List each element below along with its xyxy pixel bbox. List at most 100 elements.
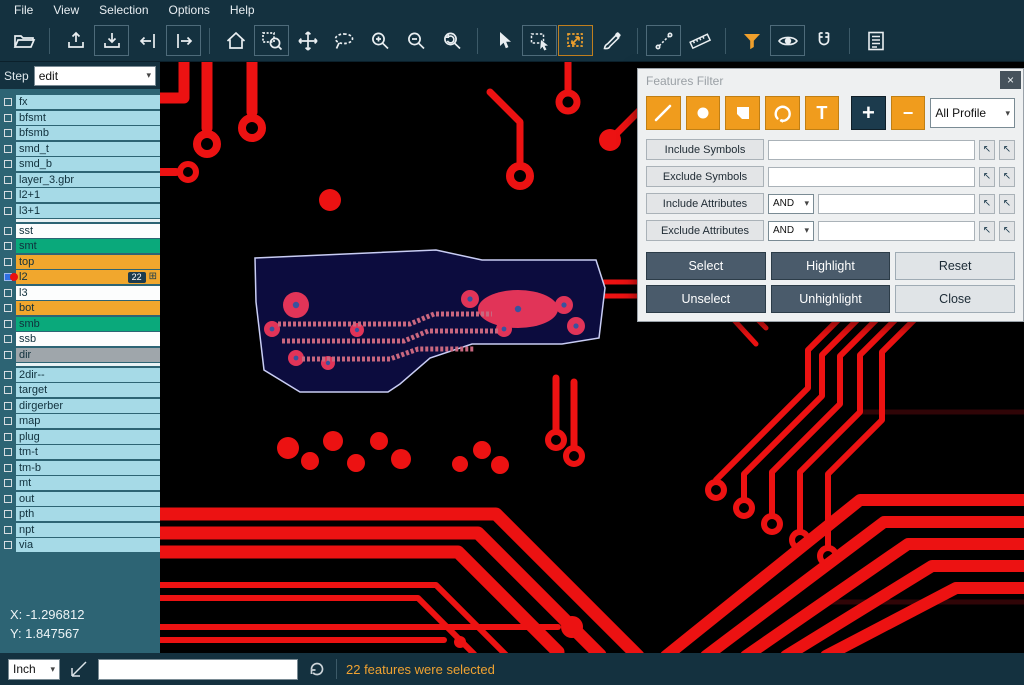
menu-item-file[interactable]: File <box>4 2 43 18</box>
layer-row-out[interactable]: out <box>0 492 160 506</box>
ruler-button[interactable] <box>682 25 717 56</box>
exclude-symbols-button[interactable]: Exclude Symbols <box>646 166 764 187</box>
pick-add-attribute-icon[interactable]: ↖ <box>999 221 1015 241</box>
include-attributes-input[interactable] <box>818 194 975 214</box>
highlight-view-button[interactable] <box>770 25 805 56</box>
layer-row-l2+1[interactable]: l2+1 <box>0 188 160 202</box>
exclude-symbols-input[interactable] <box>768 167 975 187</box>
angle-tool-icon[interactable] <box>69 659 89 679</box>
layer-name[interactable]: map <box>16 414 160 428</box>
layer-visibility-checkbox[interactable] <box>4 464 12 472</box>
layer-visibility-checkbox[interactable] <box>4 242 12 250</box>
menu-item-options[interactable]: Options <box>159 2 220 18</box>
brush-button[interactable] <box>594 25 629 56</box>
menu-item-help[interactable]: Help <box>220 2 265 18</box>
rect-select-button[interactable] <box>522 25 557 56</box>
layer-visibility-checkbox[interactable] <box>4 320 12 328</box>
lasso-select-button[interactable] <box>326 25 361 56</box>
exclude-attributes-input[interactable] <box>818 221 975 241</box>
layer-row-smd_b[interactable]: smd_b <box>0 157 160 171</box>
layer-visibility-checkbox[interactable] <box>4 417 12 425</box>
layer-visibility-checkbox[interactable] <box>4 289 12 297</box>
zoom-in-button[interactable] <box>362 25 397 56</box>
pad-feature-button[interactable] <box>686 96 721 130</box>
layer-name[interactable]: l2+1 <box>16 188 160 202</box>
layer-name[interactable]: ssb <box>16 332 160 346</box>
layer-name[interactable]: tm-t <box>16 445 160 459</box>
layer-name[interactable]: tm-b <box>16 461 160 475</box>
layer-visibility-checkbox[interactable] <box>4 114 12 122</box>
layer-row-ssb[interactable]: ssb <box>0 332 160 346</box>
layer-name[interactable]: bfsmb <box>16 126 160 140</box>
step-select[interactable]: edit ▾ <box>34 66 156 86</box>
layer-row-mt[interactable]: mt <box>0 476 160 490</box>
layer-row-smb[interactable]: smb <box>0 317 160 331</box>
pan-button[interactable] <box>290 25 325 56</box>
layer-row-map[interactable]: map <box>0 414 160 428</box>
arc-feature-button[interactable] <box>765 96 800 130</box>
layer-visibility-checkbox[interactable] <box>4 351 12 359</box>
layer-row-bot[interactable]: bot <box>0 301 160 315</box>
open-button[interactable] <box>6 25 41 56</box>
unhighlight-button[interactable]: Unhighlight <box>771 285 891 313</box>
layer-row-layer_3.gbr[interactable]: layer_3.gbr <box>0 173 160 187</box>
layer-row-fx[interactable]: fx <box>0 95 160 109</box>
layer-name[interactable]: layer_3.gbr <box>16 173 160 187</box>
prev-step-button[interactable] <box>130 25 165 56</box>
layer-name[interactable]: smt <box>16 239 160 253</box>
filter-select-button[interactable] <box>558 25 593 56</box>
next-step-button[interactable] <box>166 25 201 56</box>
pick-attribute-icon[interactable]: ↖ <box>979 221 995 241</box>
include-symbols-button[interactable]: Include Symbols <box>646 139 764 160</box>
pick-symbol-icon[interactable]: ↖ <box>979 167 995 187</box>
layer-row-bfsmb[interactable]: bfsmb <box>0 126 160 140</box>
home-view-button[interactable] <box>218 25 253 56</box>
unselect-button[interactable]: Unselect <box>646 285 766 313</box>
layer-row-tm-t[interactable]: tm-t <box>0 445 160 459</box>
layer-visibility-checkbox[interactable] <box>4 479 12 487</box>
layer-row-smd_t[interactable]: smd_t <box>0 142 160 156</box>
features-filter-button[interactable] <box>734 25 769 56</box>
layer-visibility-checkbox[interactable] <box>4 207 12 215</box>
profile-select[interactable]: All Profile ▾ <box>930 98 1015 128</box>
zoom-reset-button[interactable] <box>434 25 469 56</box>
layer-name[interactable]: pth <box>16 507 160 521</box>
pick-add-symbol-icon[interactable]: ↖ <box>999 167 1015 187</box>
layer-name[interactable]: top <box>16 255 160 269</box>
layer-visibility-checkbox[interactable] <box>4 145 12 153</box>
negative-mode-button[interactable]: − <box>891 96 926 130</box>
layer-visibility-checkbox[interactable] <box>4 541 12 549</box>
line-feature-button[interactable] <box>646 96 681 130</box>
layer-name[interactable]: bot <box>16 301 160 315</box>
layer-visibility-checkbox[interactable] <box>4 386 12 394</box>
layer-visibility-checkbox[interactable] <box>4 448 12 456</box>
menu-item-view[interactable]: View <box>43 2 89 18</box>
layer-visibility-checkbox[interactable] <box>4 98 12 106</box>
layer-visibility-checkbox[interactable] <box>4 510 12 518</box>
report-button[interactable] <box>858 25 893 56</box>
dialog-titlebar[interactable]: Features Filter × <box>638 69 1023 93</box>
layer-row-smt[interactable]: smt <box>0 239 160 253</box>
refresh-icon[interactable] <box>307 659 327 679</box>
close-button[interactable]: Close <box>895 285 1015 313</box>
pick-symbol-icon[interactable]: ↖ <box>979 140 995 160</box>
zoom-area-button[interactable] <box>254 25 289 56</box>
measure-button[interactable] <box>646 25 681 56</box>
layer-visibility-checkbox[interactable] <box>4 129 12 137</box>
text-feature-button[interactable]: T <box>805 96 840 130</box>
layer-name[interactable]: via <box>16 538 160 552</box>
menu-item-selection[interactable]: Selection <box>89 2 158 18</box>
layer-row-plug[interactable]: plug <box>0 430 160 444</box>
unit-select[interactable]: Inch ▾ <box>8 659 60 680</box>
layer-name[interactable]: dirgerber <box>16 399 160 413</box>
layer-name[interactable]: dir <box>16 348 160 362</box>
layer-visibility-checkbox[interactable] <box>4 160 12 168</box>
exclude-attributes-button[interactable]: Exclude Attributes <box>646 220 764 241</box>
layer-visibility-checkbox[interactable] <box>4 526 12 534</box>
highlight-button[interactable]: Highlight <box>771 252 891 280</box>
layer-row-2dir--[interactable]: 2dir-- <box>0 368 160 382</box>
layer-name[interactable]: 2dir-- <box>16 368 160 382</box>
layer-name[interactable]: out <box>16 492 160 506</box>
export-up-button[interactable] <box>58 25 93 56</box>
layer-row-dir[interactable]: dir <box>0 348 160 362</box>
